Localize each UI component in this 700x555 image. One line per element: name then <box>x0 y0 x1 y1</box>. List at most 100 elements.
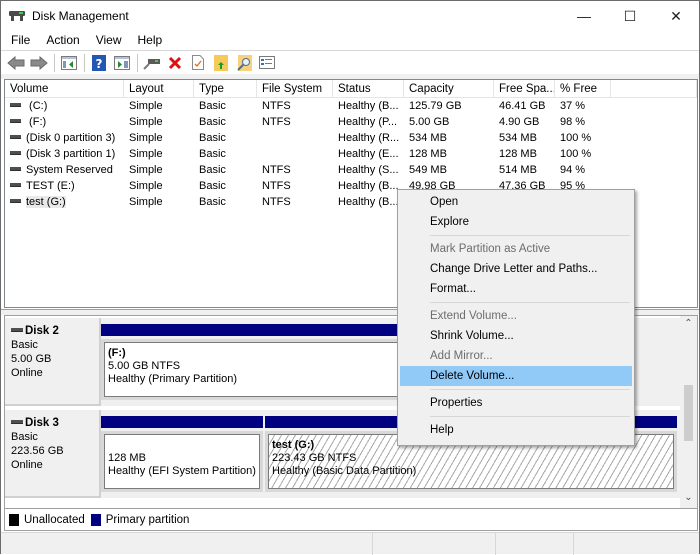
menu-item-delete-volume[interactable]: Delete Volume... <box>400 366 632 386</box>
volume-fs-cell <box>257 146 333 162</box>
menu-item-change-drive-letter-and-paths[interactable]: Change Drive Letter and Paths... <box>400 259 632 279</box>
folder-search-button[interactable] <box>233 53 255 73</box>
back-arrow-icon <box>7 56 25 70</box>
disk-icon <box>11 328 23 332</box>
menu-view[interactable]: View <box>87 33 129 47</box>
volume-row[interactable]: (F:)SimpleBasicNTFSHealthy (P...5.00 GB4… <box>5 114 697 130</box>
partition-block[interactable]: (F:)5.00 GB NTFSHealthy (Primary Partiti… <box>101 324 401 400</box>
menu-action[interactable]: Action <box>37 33 86 47</box>
scroll-down-icon[interactable]: ⌄ <box>680 492 697 506</box>
primary-partition-bar <box>101 416 263 428</box>
toolbar-separator <box>54 54 55 72</box>
volume-fs-cell: NTFS <box>257 98 333 114</box>
volume-name-cell: test (G:) <box>5 194 124 210</box>
volume-name-cell: (Disk 0 partition 3) <box>5 130 124 146</box>
volume-fs-cell: NTFS <box>257 114 333 130</box>
menu-item-mark-partition-as-active: Mark Partition as Active <box>400 239 632 259</box>
volume-layout-cell: Simple <box>124 114 194 130</box>
menu-help[interactable]: Help <box>129 33 170 47</box>
primary-partition-bar <box>101 324 401 336</box>
disk-label[interactable]: Disk 2Basic5.00 GBOnline <box>5 318 101 406</box>
volume-row[interactable]: (Disk 0 partition 3)SimpleBasicHealthy (… <box>5 130 697 146</box>
properties-check-icon <box>192 55 204 70</box>
column-header-type[interactable]: Type <box>194 80 257 97</box>
volume-name: test (G:) <box>26 196 66 208</box>
column-header-%-free[interactable]: % Free <box>555 80 611 97</box>
minimize-button[interactable]: — <box>561 1 607 31</box>
back-button[interactable] <box>5 53 27 73</box>
volume-name-cell: (F:) <box>5 114 124 130</box>
volume-capacity-cell: 5.00 GB <box>404 114 494 130</box>
list-view-button[interactable] <box>256 53 278 73</box>
maximize-button[interactable]: ☐ <box>607 1 653 31</box>
column-header-blank[interactable] <box>611 80 697 97</box>
volume-capacity-cell: 549 MB <box>404 162 494 178</box>
close-button[interactable]: ✕ <box>653 1 699 31</box>
show-hide-action-pane-button[interactable] <box>111 53 133 73</box>
partition-label <box>108 439 256 452</box>
volume-list-header: VolumeLayoutTypeFile SystemStatusCapacit… <box>5 80 697 98</box>
volume-fs-cell: NTFS <box>257 178 333 194</box>
console-tree-icon <box>61 56 77 70</box>
volume-pct-cell: 100 % <box>555 146 611 162</box>
help-button[interactable]: ? <box>88 53 110 73</box>
folder-up-button[interactable] <box>210 53 232 73</box>
column-header-status[interactable]: Status <box>333 80 404 97</box>
help-icon: ? <box>92 55 106 71</box>
status-pane <box>373 533 496 555</box>
partition-block[interactable]: 128 MBHealthy (EFI System Partition) <box>101 416 263 492</box>
volume-name-cell: System Reserved <box>5 162 124 178</box>
volume-free-cell: 4.90 GB <box>494 114 555 130</box>
status-pane <box>1 533 373 555</box>
disk-pane-scrollbar[interactable]: ⌃ ⌄ <box>680 316 697 508</box>
disk-name: Disk 3 <box>25 417 59 429</box>
menu-item-shrink-volume[interactable]: Shrink Volume... <box>400 326 632 346</box>
disk-management-app-icon <box>9 9 25 23</box>
menu-file[interactable]: File <box>1 33 37 47</box>
partition-label: (F:) <box>108 347 394 360</box>
volume-type-cell: Basic <box>194 178 257 194</box>
disk-label[interactable]: Disk 3Basic223.56 GBOnline <box>5 410 101 498</box>
menu-item-open[interactable]: Open <box>400 192 632 212</box>
toolbar: ? <box>1 50 699 74</box>
window-title: Disk Management <box>32 9 129 23</box>
menu-item-help[interactable]: Help <box>400 420 632 440</box>
column-header-layout[interactable]: Layout <box>124 80 194 97</box>
volume-row[interactable]: System ReservedSimpleBasicNTFSHealthy (S… <box>5 162 697 178</box>
menu-item-properties[interactable]: Properties <box>400 393 632 413</box>
volume-status-cell: Healthy (E... <box>333 146 404 162</box>
volume-name-cell: (C:) <box>5 98 124 114</box>
properties-button[interactable] <box>187 53 209 73</box>
column-header-capacity[interactable]: Capacity <box>404 80 494 97</box>
volume-pct-cell: 100 % <box>555 130 611 146</box>
volume-free-cell: 46.41 GB <box>494 98 555 114</box>
column-header-free-spa[interactable]: Free Spa... <box>494 80 555 97</box>
volume-row[interactable]: (C:)SimpleBasicNTFSHealthy (B...125.79 G… <box>5 98 697 114</box>
disk-type: Basic <box>11 338 99 352</box>
connect-virtual-disk-button[interactable] <box>141 53 163 73</box>
disk-name: Disk 2 <box>25 325 59 337</box>
delete-button[interactable] <box>164 53 186 73</box>
column-header-file-system[interactable]: File System <box>257 80 333 97</box>
context-menu: OpenExplore Mark Partition as ActiveChang… <box>397 189 635 446</box>
scrollbar-thumb[interactable] <box>684 385 693 441</box>
menu-item-explore[interactable]: Explore <box>400 212 632 232</box>
volume-free-cell: 514 MB <box>494 162 555 178</box>
volume-type-cell: Basic <box>194 114 257 130</box>
volume-capacity-cell: 125.79 GB <box>404 98 494 114</box>
volume-name: TEST (E:) <box>26 180 75 192</box>
volume-row[interactable]: (Disk 3 partition 1)SimpleBasicHealthy (… <box>5 146 697 162</box>
volume-name: (F:) <box>26 116 46 128</box>
partition-status: Healthy (Primary Partition) <box>108 373 394 386</box>
scroll-up-icon[interactable]: ⌃ <box>680 318 697 332</box>
disk-size: 5.00 GB <box>11 352 99 366</box>
partition-area: 128 MBHealthy (EFI System Partition) <box>104 434 260 489</box>
menu-bar: File Action View Help <box>1 31 699 49</box>
show-hide-console-tree-button[interactable] <box>58 53 80 73</box>
forward-button[interactable] <box>28 53 50 73</box>
menu-item-format[interactable]: Format... <box>400 279 632 299</box>
column-header-volume[interactable]: Volume <box>5 80 124 97</box>
volume-name-cell: TEST (E:) <box>5 178 124 194</box>
partition-size: 5.00 GB NTFS <box>108 360 394 373</box>
maximize-icon: ☐ <box>624 8 637 25</box>
